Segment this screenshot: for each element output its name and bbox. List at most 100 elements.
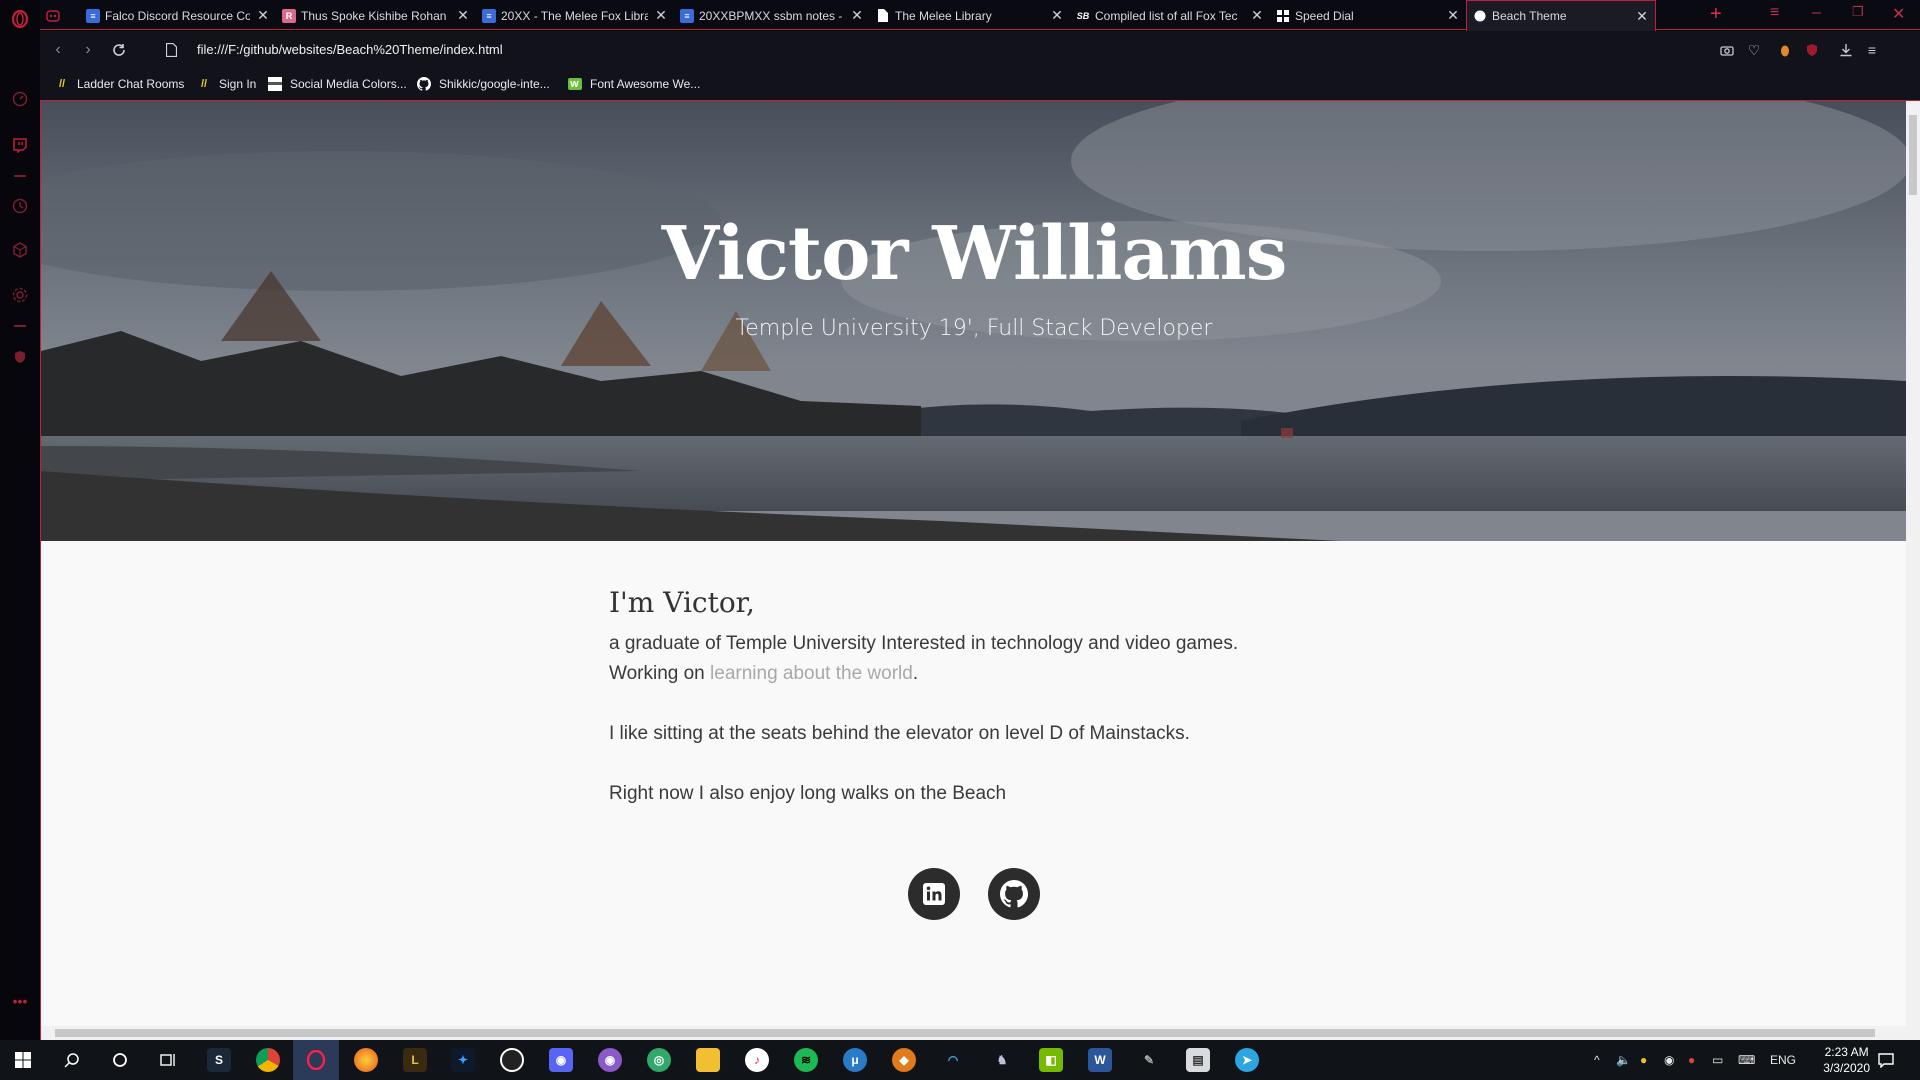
close-icon[interactable]: ✕ [1050,7,1064,24]
tray-chevron-icon[interactable]: ^ [1594,1040,1600,1080]
tab-1[interactable]: R Thus Spoke Kishibe Rohan ✕ [276,2,476,29]
language-indicator[interactable]: ENG [1770,1040,1796,1080]
new-tab-plus-icon[interactable]: + [1710,3,1722,26]
tab-2[interactable]: ≡ 20XX - The Melee Fox Libra ✕ [476,2,674,29]
tab-5[interactable]: SB Compiled list of all Fox Tec ✕ [1070,2,1270,29]
snapshot-camera-icon[interactable] [1717,40,1737,60]
app-window-icon[interactable]: ▤ [1186,1048,1210,1072]
ublock-extension-icon[interactable] [1802,40,1822,60]
app-cat-icon[interactable]: ◉ [598,1048,622,1072]
bookmark-ladder-chat-rooms[interactable]: // Ladder Chat Rooms [55,77,184,91]
windows-start-icon[interactable] [11,1048,35,1072]
bookmark-social-media-colors[interactable]: Social Media Colors... [268,77,407,91]
github-icon [1000,880,1028,908]
extensions-cube-icon[interactable] [9,239,31,261]
minimize-icon[interactable]: ‒ [1812,4,1821,22]
close-icon[interactable]: ✕ [256,7,270,24]
tray-app-icon[interactable]: ● [1640,1040,1647,1080]
word-icon[interactable]: W [1088,1048,1112,1072]
network-icon[interactable]: ▭ [1712,1040,1723,1080]
bookmark-label: Ladder Chat Rooms [77,77,185,91]
chrome-icon[interactable] [256,1048,280,1072]
firefox-icon[interactable] [354,1048,378,1072]
tab-0[interactable]: ≡ Falco Discord Resource Co ✕ [80,2,276,29]
url-input[interactable]: file:///F:/github/websites/Beach%20Theme… [197,42,503,57]
linkedin-button[interactable] [908,868,960,920]
scroll-thumb[interactable] [1909,115,1917,195]
app-orange-icon[interactable]: ◆ [892,1048,916,1072]
discord-icon[interactable]: ◉ [549,1048,573,1072]
tab-title: Speed Dial [1295,8,1354,23]
file-explorer-icon[interactable] [696,1048,720,1072]
nvidia-icon[interactable]: ◧ [1039,1048,1063,1072]
app-feather-icon[interactable]: ✎ [1137,1048,1161,1072]
tray-chrome-icon[interactable]: ● [1688,1040,1695,1080]
restore-icon[interactable]: ❐ [1852,4,1864,20]
ublock-icon[interactable] [9,346,31,368]
clock-time: 2:23 AM [1824,1045,1869,1059]
search-icon[interactable] [60,1048,84,1072]
tab-strip: ≡ Falco Discord Resource Co ✕ R Thus Spo… [40,0,1920,31]
tab-4[interactable]: The Melee Library ✕ [870,2,1070,29]
steam-icon[interactable]: S [207,1048,231,1072]
vertical-scrollbar[interactable] [1906,101,1920,1026]
obs-icon[interactable] [500,1048,524,1072]
tab-title: 20XXBPMXX ssbm notes - G [699,8,844,23]
extension-orange-icon[interactable] [1775,40,1795,60]
sidebar-toggle-icon[interactable] [40,2,68,29]
telegram-icon[interactable]: ➤ [1235,1048,1259,1072]
musicbee-icon[interactable]: μ [843,1048,867,1072]
opera-gx-icon[interactable] [304,1048,328,1072]
bookmark-sign-in[interactable]: // Sign In [197,77,256,91]
bookmark-font-awesome[interactable]: W Font Awesome We... [568,77,700,91]
settings-gear-icon[interactable] [9,284,31,306]
league-icon[interactable]: L [403,1048,427,1072]
forward-icon[interactable]: › [78,40,98,60]
github-button[interactable] [988,868,1040,920]
tab-active[interactable]: Beach Theme ✕ [1466,0,1656,31]
download-icon[interactable] [1836,40,1856,60]
speedometer-icon[interactable] [9,88,31,110]
tray-discord-icon[interactable]: ◉ [1664,1040,1674,1080]
spotify-icon[interactable]: ≋ [794,1048,818,1072]
window-close-icon[interactable]: ✕ [1892,4,1905,24]
battle-net-icon[interactable]: ✦ [451,1048,475,1072]
close-icon[interactable]: ✕ [456,7,470,24]
bookmark-label: Social Media Colors... [290,77,407,91]
more-dots-icon[interactable]: ••• [9,990,31,1012]
reload-icon[interactable] [109,40,129,60]
keyboard-icon[interactable]: ⌨ [1738,1040,1755,1080]
tab-6[interactable]: Speed Dial ✕ [1270,2,1466,29]
system-clock[interactable]: 2:23 AM 3/3/2020 [1823,1044,1870,1076]
opera-logo-icon[interactable] [9,8,31,30]
volume-icon[interactable]: 🔈 [1616,1040,1631,1080]
scroll-thumb[interactable] [55,1029,1875,1037]
itunes-icon[interactable]: ♪ [745,1048,769,1072]
close-icon[interactable]: ✕ [654,7,668,24]
tab-menu-icon[interactable]: ≡ [1770,4,1779,22]
horizontal-scrollbar[interactable] [41,1026,1920,1040]
task-view-icon[interactable] [156,1048,180,1072]
cortana-icon[interactable] [108,1048,132,1072]
working-on-link[interactable]: learning about the world [710,663,913,684]
doc-icon: ≡ [482,8,496,23]
back-icon[interactable]: ‹ [48,40,68,60]
tab-title: Falco Discord Resource Co [105,8,250,23]
history-icon[interactable] [9,195,31,217]
social-links [41,868,1907,920]
close-icon[interactable]: ✕ [850,7,864,24]
close-icon[interactable]: ✕ [1446,7,1460,24]
close-icon[interactable]: ✕ [1250,7,1264,24]
app-green-icon[interactable]: ◎ [647,1048,671,1072]
page-info-icon[interactable] [161,40,181,60]
easy-setup-menu-icon[interactable]: ≡ [1862,40,1882,60]
dolphin-icon[interactable]: ◠ [941,1048,965,1072]
twitch-icon[interactable] [9,134,31,156]
close-icon[interactable]: ✕ [1635,8,1649,25]
app-wolf-icon[interactable]: ♞ [990,1048,1014,1072]
book-icon: R [282,8,296,23]
notification-center-icon[interactable] [1878,1040,1894,1080]
bookmark-heart-icon[interactable]: ♡ [1744,40,1764,60]
tab-3[interactable]: ≡ 20XXBPMXX ssbm notes - G ✕ [674,2,870,29]
bookmark-shikkic[interactable]: Shikkic/google-inte... [417,77,550,91]
